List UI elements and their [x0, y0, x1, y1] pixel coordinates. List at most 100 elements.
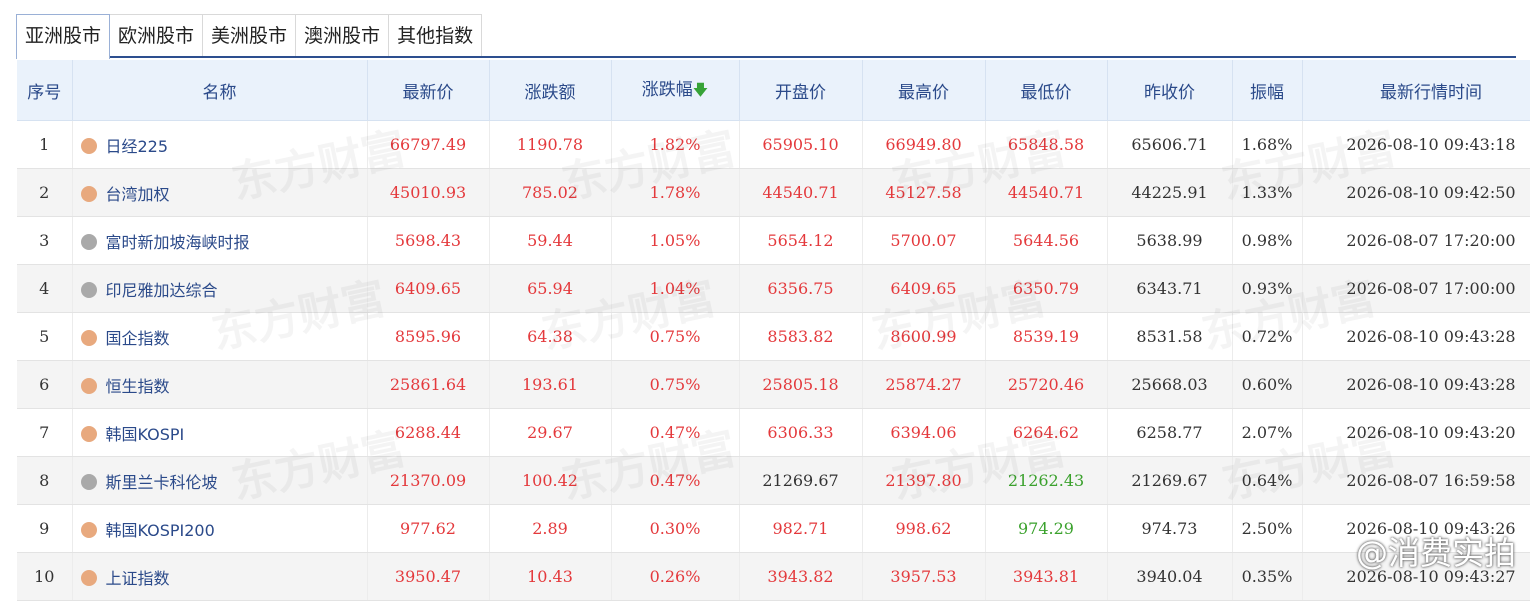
- index-name-link[interactable]: 日经225: [106, 137, 169, 156]
- table-row[interactable]: 2 台湾加权 45010.93 785.02 1.78% 44540.71 45127.58…: [17, 168, 1530, 217]
- index-name-link[interactable]: 印尼雅加达综合: [106, 281, 218, 300]
- index-name-link[interactable]: 台湾加权: [106, 185, 170, 204]
- cell-prev-close: 974.73: [1107, 504, 1233, 553]
- table-row[interactable]: 10 上证指数 3950.47 10.43 0.26% 3943.82 3957.53 394…: [17, 552, 1530, 601]
- cell-name: 韩国KOSPI: [72, 408, 368, 457]
- cell-low: 3943.81: [985, 552, 1108, 601]
- market-tabs: 亚洲股市 欧洲股市 美洲股市 澳洲股市 其他指数: [16, 14, 483, 59]
- cell-high: 5700.07: [862, 216, 986, 265]
- col-header-name[interactable]: 名称: [72, 60, 368, 121]
- weibo-watermark: @消费实拍: [1355, 534, 1516, 572]
- cell-prev-close: 25668.03: [1107, 360, 1233, 409]
- tab-americas[interactable]: 美洲股市: [202, 14, 297, 56]
- tab-asia[interactable]: 亚洲股市: [16, 14, 111, 59]
- col-header-high[interactable]: 最高价: [862, 60, 986, 121]
- cell-prev-close: 21269.67: [1107, 456, 1233, 505]
- table-row[interactable]: 1 日经225 66797.49 1190.78 1.82% 65905.10 66949.…: [17, 120, 1530, 169]
- cell-prev-close: 5638.99: [1107, 216, 1233, 265]
- cell-low: 25720.46: [985, 360, 1108, 409]
- index-name-link[interactable]: 斯里兰卡科伦坡: [106, 473, 218, 492]
- index-name-link[interactable]: 富时新加坡海峡时报: [106, 233, 250, 252]
- index-name-link[interactable]: 恒生指数: [106, 377, 170, 396]
- table-header-row: 序号 名称 最新价 涨跌额 涨跌幅🡇 开盘价 最高价 最低价 昨收价 振幅 最新…: [17, 60, 1530, 121]
- tab-other-indices[interactable]: 其他指数: [388, 14, 483, 56]
- table-row[interactable]: 3 富时新加坡海峡时报 5698.43 59.44 1.05% 5654.12 5700.0…: [17, 216, 1530, 265]
- col-header-change-pct[interactable]: 涨跌幅🡇: [611, 60, 740, 121]
- cell-low: 8539.19: [985, 312, 1108, 361]
- col-header-index[interactable]: 序号: [17, 60, 73, 121]
- cell-last-price: 21370.09: [367, 456, 490, 505]
- cell-time: 2026-08-07 16:59:58: [1302, 456, 1530, 505]
- cell-change-pct: 0.47%: [611, 456, 740, 505]
- cell-name: 日经225: [72, 120, 368, 169]
- cell-amplitude: 2.07%: [1232, 408, 1303, 457]
- cell-high: 3957.53: [862, 552, 986, 601]
- market-open-status-icon: [80, 521, 97, 538]
- cell-low: 5644.56: [985, 216, 1108, 265]
- index-name-link[interactable]: 国企指数: [106, 329, 170, 348]
- cell-index: 3: [17, 216, 73, 265]
- cell-high: 66949.80: [862, 120, 986, 169]
- cell-name: 上证指数: [72, 552, 368, 601]
- cell-open: 25805.18: [739, 360, 863, 409]
- cell-change: 10.43: [489, 552, 612, 601]
- cell-prev-close: 8531.58: [1107, 312, 1233, 361]
- table-row[interactable]: 4 印尼雅加达综合 6409.65 65.94 1.04% 6356.75 6409.65 6…: [17, 264, 1530, 313]
- cell-change: 64.38: [489, 312, 612, 361]
- cell-index: 7: [17, 408, 73, 457]
- col-header-low[interactable]: 最低价: [985, 60, 1108, 121]
- cell-low: 44540.71: [985, 168, 1108, 217]
- cell-name: 台湾加权: [72, 168, 368, 217]
- table-row[interactable]: 5 国企指数 8595.96 64.38 0.75% 8583.82 8600.99 8539…: [17, 312, 1530, 361]
- cell-prev-close: 65606.71: [1107, 120, 1233, 169]
- col-header-prev-close[interactable]: 昨收价: [1107, 60, 1233, 121]
- cell-name: 韩国KOSPI200: [72, 504, 368, 553]
- cell-amplitude: 0.64%: [1232, 456, 1303, 505]
- cell-open: 65905.10: [739, 120, 863, 169]
- index-name-link[interactable]: 韩国KOSPI200: [106, 521, 215, 540]
- cell-name: 国企指数: [72, 312, 368, 361]
- col-header-change-pct-label: 涨跌幅: [641, 80, 693, 100]
- cell-open: 8583.82: [739, 312, 863, 361]
- cell-prev-close: 6258.77: [1107, 408, 1233, 457]
- cell-last-price: 6288.44: [367, 408, 490, 457]
- tab-underline: [16, 56, 1516, 58]
- cell-change-pct: 0.30%: [611, 504, 740, 553]
- col-header-change[interactable]: 涨跌额: [489, 60, 612, 121]
- index-name-link[interactable]: 上证指数: [106, 569, 170, 588]
- tab-australia[interactable]: 澳洲股市: [295, 14, 390, 56]
- cell-change-pct: 0.26%: [611, 552, 740, 601]
- col-header-time[interactable]: 最新行情时间: [1302, 60, 1530, 121]
- cell-amplitude: 1.68%: [1232, 120, 1303, 169]
- cell-change-pct: 1.05%: [611, 216, 740, 265]
- col-header-open[interactable]: 开盘价: [739, 60, 863, 121]
- table-row[interactable]: 9 韩国KOSPI200 977.62 2.89 0.30% 982.71 998.62 97…: [17, 504, 1530, 553]
- table-row[interactable]: 6 恒生指数 25861.64 193.61 0.75% 25805.18 25874.27…: [17, 360, 1530, 409]
- cell-high: 6394.06: [862, 408, 986, 457]
- cell-amplitude: 0.35%: [1232, 552, 1303, 601]
- table-row[interactable]: 7 韩国KOSPI 6288.44 29.67 0.47% 6306.33 6394.06 6…: [17, 408, 1530, 457]
- arrow-down-icon: 🡇: [692, 81, 709, 99]
- cell-low: 974.29: [985, 504, 1108, 553]
- cell-high: 45127.58: [862, 168, 986, 217]
- cell-amplitude: 0.60%: [1232, 360, 1303, 409]
- cell-last-price: 6409.65: [367, 264, 490, 313]
- cell-change: 29.67: [489, 408, 612, 457]
- index-name-link[interactable]: 韩国KOSPI: [106, 425, 185, 444]
- market-open-status-icon: [80, 377, 97, 394]
- cell-low: 6264.62: [985, 408, 1108, 457]
- cell-index: 5: [17, 312, 73, 361]
- cell-prev-close: 6343.71: [1107, 264, 1233, 313]
- cell-index: 6: [17, 360, 73, 409]
- cell-last-price: 25861.64: [367, 360, 490, 409]
- col-header-last-price[interactable]: 最新价: [367, 60, 490, 121]
- cell-time: 2026-08-10 09:43:28: [1302, 312, 1530, 361]
- table-row[interactable]: 8 斯里兰卡科伦坡 21370.09 100.42 0.47% 21269.67 21397…: [17, 456, 1530, 505]
- col-header-amplitude[interactable]: 振幅: [1232, 60, 1303, 121]
- cell-index: 1: [17, 120, 73, 169]
- cell-amplitude: 0.72%: [1232, 312, 1303, 361]
- cell-change-pct: 1.82%: [611, 120, 740, 169]
- cell-prev-close: 44225.91: [1107, 168, 1233, 217]
- tab-europe[interactable]: 欧洲股市: [109, 14, 204, 56]
- cell-index: 4: [17, 264, 73, 313]
